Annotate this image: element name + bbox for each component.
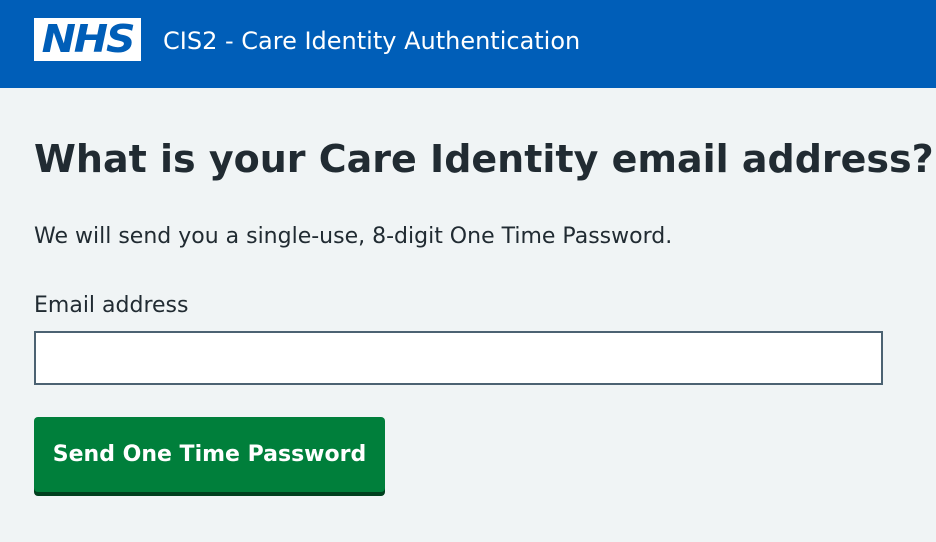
- page-title: What is your Care Identity email address…: [34, 137, 934, 181]
- otp-hint-text: We will send you a single-use, 8-digit O…: [34, 224, 673, 249]
- email-input[interactable]: [34, 331, 883, 385]
- send-otp-button[interactable]: Send One Time Password: [34, 417, 385, 492]
- nhs-logo-text: NHS: [41, 17, 136, 61]
- nhs-logo[interactable]: NHS: [34, 18, 141, 61]
- site-header: NHS CIS2 - Care Identity Authentication: [0, 0, 936, 88]
- service-name[interactable]: CIS2 - Care Identity Authentication: [163, 26, 580, 56]
- email-label: Email address: [34, 293, 189, 318]
